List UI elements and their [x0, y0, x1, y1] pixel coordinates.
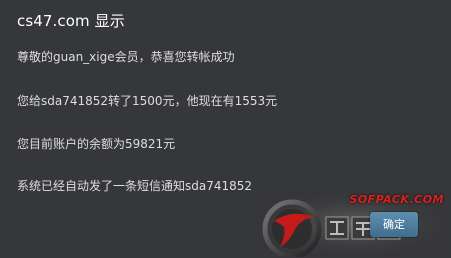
watermark-brand-text: SOFPACK.COM — [349, 193, 444, 206]
ok-button[interactable]: 确定 — [370, 212, 418, 237]
message-line-1: 尊敬的guan_xige会员，恭喜您转帐成功 — [17, 50, 235, 64]
alert-dialog: cs47.com 显示 尊敬的guan_xige会员，恭喜您转帐成功 您给sda… — [0, 0, 451, 258]
message-line-4: 系统已经自动发了一条短信通知sda741852 — [17, 179, 253, 193]
dialog-title: cs47.com 显示 — [17, 12, 125, 30]
message-line-2: 您给sda741852转了1500元，他现在有1553元 — [17, 94, 278, 108]
message-line-3: 您目前账户的余额为59821元 — [17, 137, 176, 151]
site-watermark-logo: SOFPACK.COM — [258, 191, 450, 257]
